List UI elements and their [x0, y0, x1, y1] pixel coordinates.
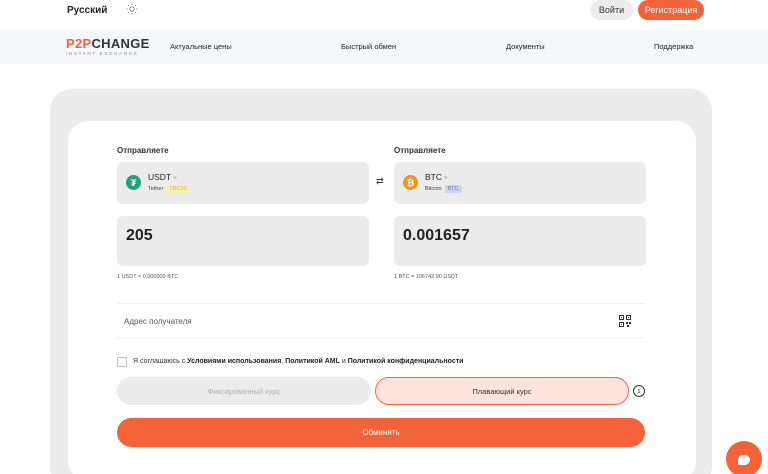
agreement-text: Я соглашаюсь с Условиями использования, …: [133, 358, 463, 365]
receive-label: Отправляете: [394, 146, 446, 155]
sun-icon[interactable]: [126, 3, 138, 15]
send-amount-input[interactable]: 205: [117, 216, 369, 266]
send-rate: 1 USDT = 0.000009 BTC: [117, 274, 179, 280]
swap-icon[interactable]: ⇄: [376, 176, 384, 187]
login-button[interactable]: Войти: [590, 0, 633, 20]
send-currency-name: Tether: [148, 186, 164, 192]
usdt-icon: ₮: [126, 175, 141, 190]
nav-bar: P2PCHANGE INSTANT EXCHANGE Актуальные це…: [0, 30, 768, 64]
agreement-checkbox[interactable]: [117, 357, 127, 367]
logo[interactable]: P2PCHANGE INSTANT EXCHANGE: [66, 36, 150, 57]
receive-amount-input[interactable]: 0.001657: [394, 216, 646, 266]
agreement-prefix: Я соглашаюсь с: [133, 358, 188, 365]
fixed-rate-button[interactable]: Фиксированный курс: [117, 377, 371, 405]
recipient-address-field[interactable]: Адрес получателя: [117, 303, 645, 339]
top-bar: Русский Войти Регистрация: [0, 0, 768, 30]
nav-item-prices[interactable]: Актуальные цены: [170, 42, 232, 51]
register-button[interactable]: Регистрация: [638, 0, 704, 20]
nav-item-support[interactable]: Поддержка: [654, 42, 693, 51]
send-currency-select[interactable]: ₮ USDT ˅ Tether TRC20: [117, 162, 369, 204]
info-icon[interactable]: i: [633, 385, 645, 397]
send-label: Отправляете: [117, 146, 169, 155]
qr-code-icon[interactable]: [619, 315, 631, 327]
receive-amount-value: 0.001657: [403, 227, 470, 244]
receive-currency-code: BTC: [425, 172, 442, 182]
receive-currency-name: Bitcoin: [425, 186, 442, 192]
logo-subtitle: INSTANT EXCHANGE: [66, 51, 139, 56]
chat-button[interactable]: [726, 441, 762, 474]
agreement-sep: и: [339, 358, 348, 365]
exchange-button[interactable]: Обменять: [117, 418, 645, 447]
aml-policy-link[interactable]: Политикой AML: [285, 358, 340, 365]
nav-item-documents[interactable]: Документы: [506, 42, 545, 51]
nav-item-fast-exchange[interactable]: Быстрый обмен: [341, 42, 396, 51]
receive-currency-select[interactable]: ₿ BTC ˅ Bitcoin BTC: [394, 162, 646, 204]
logo-text: CHANGE: [91, 36, 150, 51]
receive-network-tag: BTC: [444, 185, 462, 193]
terms-link[interactable]: Условиями использования: [187, 358, 281, 365]
chevron-down-icon: ˅: [173, 176, 177, 182]
language-selector[interactable]: Русский: [67, 5, 107, 16]
btc-icon: ₿: [403, 175, 418, 190]
send-amount-value: 205: [126, 227, 153, 244]
recipient-address-placeholder: Адрес получателя: [124, 317, 192, 326]
logo-accent: P2P: [66, 36, 92, 51]
send-network-tag: TRC20: [166, 185, 190, 193]
send-currency-code: USDT: [148, 172, 172, 182]
receive-rate: 1 BTC = 106742.90 USDT: [394, 274, 459, 280]
privacy-policy-link[interactable]: Политикой конфиденциальности: [348, 358, 464, 365]
chevron-down-icon: ˅: [444, 176, 448, 182]
chat-icon: [738, 455, 750, 465]
floating-rate-button[interactable]: Плавающий курс: [375, 377, 629, 405]
